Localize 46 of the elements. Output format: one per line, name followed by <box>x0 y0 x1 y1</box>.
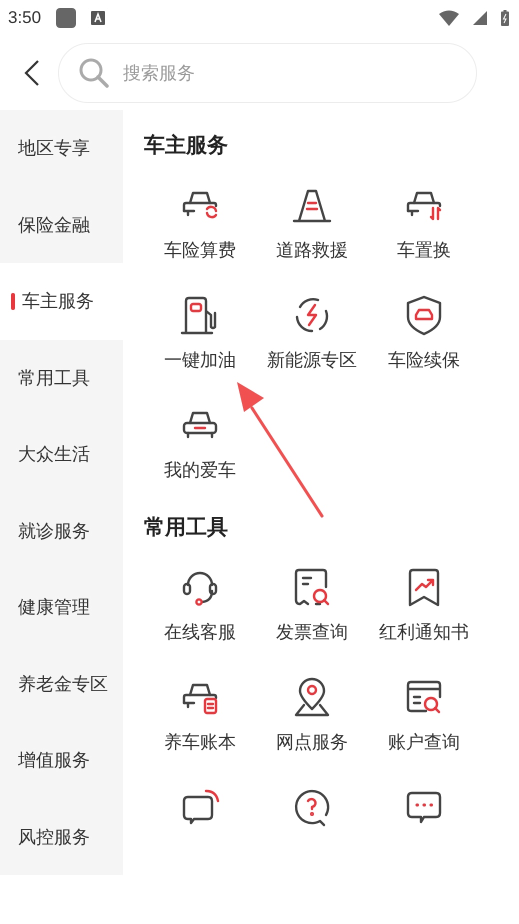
service-label: 我的爱车 <box>164 459 236 483</box>
sidebar-item[interactable]: 就诊服务 <box>0 492 123 569</box>
service-label: 车置换 <box>397 239 451 263</box>
search-icon <box>78 57 110 89</box>
service-tile[interactable]: 在线客服 <box>144 565 256 645</box>
status-time: 3:50 <box>8 8 42 28</box>
service-tile[interactable]: 账户查询 <box>368 675 480 755</box>
service-label: 新能源专区 <box>267 349 357 373</box>
service-label: 网点服务 <box>276 731 348 755</box>
section-title: 车主服务 <box>144 132 229 158</box>
service-tile[interactable]: 车置换 <box>368 183 480 263</box>
keyboard-notification-icon <box>91 11 106 25</box>
back-icon[interactable] <box>24 60 40 86</box>
sidebar-item[interactable]: 健康管理 <box>0 569 123 646</box>
wifi-icon <box>439 10 459 26</box>
app-notification-icon <box>55 7 78 29</box>
sidebar-item[interactable]: 风控服务 <box>0 798 123 875</box>
sidebar-item[interactable]: 增值服务 <box>0 722 123 798</box>
service-tile[interactable]: 发票查询 <box>256 565 368 645</box>
battery-icon <box>501 10 509 26</box>
service-tile[interactable]: 道路救援 <box>256 183 368 263</box>
sidebar-item[interactable]: 保险金融 <box>0 186 123 263</box>
service-label: 一键加油 <box>164 349 236 373</box>
service-label: 红利通知书 <box>379 621 469 645</box>
signal-icon <box>473 11 487 25</box>
service-label: 车险续保 <box>388 349 460 373</box>
service-tile[interactable]: 养车账本 <box>144 675 256 755</box>
service-label: 账户查询 <box>388 731 460 755</box>
service-label: 道路救援 <box>276 239 348 263</box>
service-label: 发票查询 <box>276 621 348 645</box>
service-label: 车险算费 <box>164 239 236 263</box>
sidebar-item[interactable]: 常用工具 <box>0 340 123 416</box>
service-label: 在线客服 <box>164 621 236 645</box>
service-tile[interactable]: 网点服务 <box>256 675 368 755</box>
section-title: 常用工具 <box>144 514 229 540</box>
sidebar-item[interactable]: 养老金专区 <box>0 646 123 722</box>
sidebar-item[interactable]: 地区专享 <box>0 110 123 186</box>
service-tile[interactable]: 我的爱车 <box>144 403 256 483</box>
service-tile[interactable]: 车险续保 <box>368 293 480 373</box>
search-field[interactable]: 搜索服务 <box>58 43 477 103</box>
service-tile[interactable]: 红利通知书 <box>368 565 480 645</box>
service-tile[interactable]: 一键加油 <box>144 293 256 373</box>
service-tile[interactable]: 车险算费 <box>144 183 256 263</box>
service-label: 养车账本 <box>164 731 236 755</box>
sidebar-item[interactable]: 大众生活 <box>0 416 123 492</box>
service-tile[interactable]: 新能源专区 <box>256 293 368 373</box>
